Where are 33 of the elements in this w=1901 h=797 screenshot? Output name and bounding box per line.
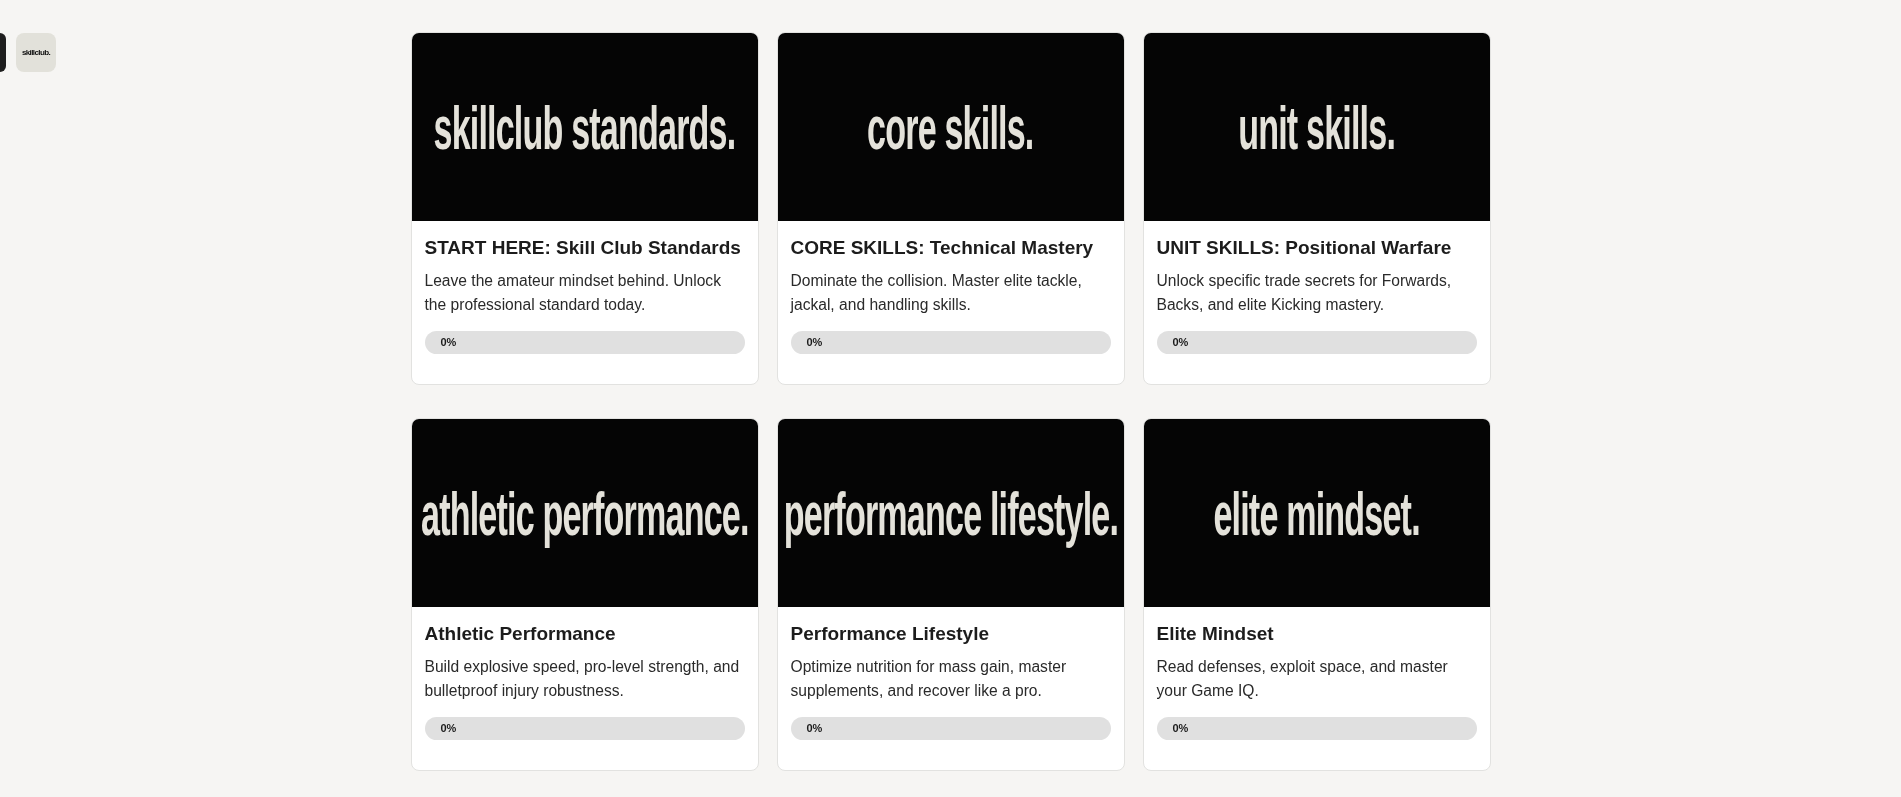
- course-title: CORE SKILLS: Technical Mastery: [790, 237, 1095, 259]
- course-title: UNIT SKILLS: Positional Warfare: [1156, 237, 1453, 259]
- progress-label: 0%: [806, 721, 823, 736]
- progress-label: 0%: [806, 335, 823, 350]
- course-title: Performance Lifestyle: [790, 623, 991, 645]
- course-card[interactable]: core skills. CORE SKILLS: Technical Mastery Dominate the collision. Master elite tackle, jackal, and handling skills. 0%: [776, 32, 1125, 385]
- logo[interactable]: skillclub.: [16, 33, 56, 72]
- course-description: Optimize nutrition for mass gain, master supplements, and recover like a pro.: [790, 657, 1068, 701]
- banner-title: unit skills.: [1238, 91, 1395, 163]
- progress-label: 0%: [440, 335, 457, 350]
- course-card[interactable]: skillclub standards. START HERE: Skill Club Standards Leave the amateur mindset behind. Unlock the professional standard today. 0%: [410, 32, 759, 385]
- progress-label: 0%: [1172, 335, 1189, 350]
- logo-text: skillclub.: [21, 48, 51, 57]
- course-card[interactable]: athletic performance. Athletic Performance Build explosive speed, pro-level strength, and bulletproof injury robustness. 0%: [410, 418, 759, 771]
- course-title: START HERE: Skill Club Standards: [424, 237, 742, 259]
- course-card[interactable]: unit skills. UNIT SKILLS: Positional Warfare Unlock specific trade secrets for Forwards, Backs, and elite Kicking mastery. 0%: [1142, 32, 1491, 385]
- course-description: Build explosive speed, pro-level strength, and bulletproof injury robustness.: [424, 657, 741, 701]
- banner-title: elite mindset.: [1213, 477, 1420, 549]
- course-description: Dominate the collision. Master elite tackle, jackal, and handling skills.: [790, 271, 1083, 315]
- sidebar-tab[interactable]: [0, 33, 6, 72]
- course-description: Leave the amateur mindset behind. Unlock the professional standard today.: [424, 271, 722, 315]
- course-card[interactable]: performance lifestyle. Performance Lifestyle Optimize nutrition for mass gain, master supplements, and recover like a pro. 0%: [776, 418, 1125, 771]
- course-title: Athletic Performance: [424, 623, 617, 645]
- banner-title: core skills.: [867, 91, 1034, 163]
- progress-label: 0%: [440, 721, 457, 736]
- course-description: Read defenses, exploit space, and master your Game IQ.: [1156, 657, 1449, 701]
- course-title: Elite Mindset: [1156, 623, 1275, 645]
- banner-title: athletic performance.: [420, 477, 749, 549]
- banner-title: skillclub standards.: [433, 91, 736, 163]
- course-card[interactable]: elite mindset. Elite Mindset Read defenses, exploit space, and master your Game IQ. 0%: [1142, 418, 1491, 771]
- progress-label: 0%: [1172, 721, 1189, 736]
- banner-title: performance lifestyle.: [783, 477, 1118, 549]
- course-description: Unlock specific trade secrets for Forwards, Backs, and elite Kicking mastery.: [1156, 271, 1453, 315]
